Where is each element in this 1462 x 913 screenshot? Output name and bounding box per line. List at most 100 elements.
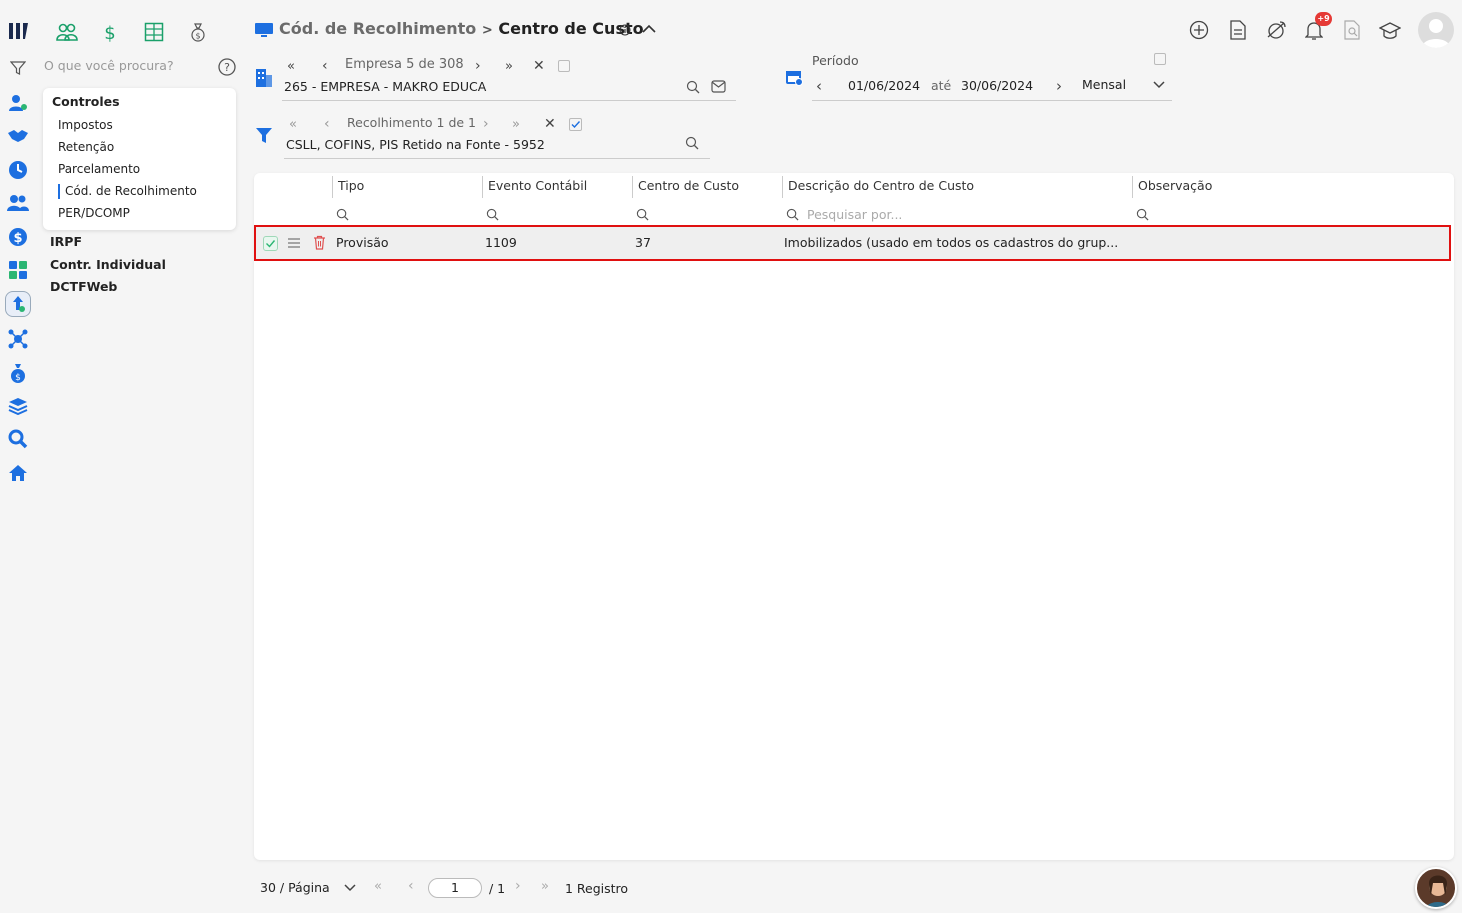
breadcrumb: Cód. de Recolhimento > Centro de Custo [279, 19, 644, 38]
empresa-first-button[interactable]: « [287, 59, 295, 74]
svg-text:$: $ [195, 32, 200, 41]
menu-item-impostos[interactable]: Impostos [58, 118, 113, 132]
menu-item-parcelamento[interactable]: Parcelamento [58, 162, 140, 176]
recolhimento-underline [284, 158, 710, 159]
recolhimento-search-icon[interactable] [685, 136, 699, 150]
empresa-checkbox[interactable] [558, 60, 570, 72]
page-input[interactable]: 1 [428, 878, 482, 898]
periodo-next-button[interactable]: › [1056, 77, 1062, 95]
assistant-avatar[interactable] [1415, 867, 1457, 909]
monitor-icon [255, 22, 273, 38]
drag-handle-icon[interactable] [288, 238, 300, 248]
filter-search-icon-tipo[interactable] [336, 208, 349, 221]
page-first-button[interactable]: « [374, 879, 382, 894]
periodo-mode-select[interactable]: Mensal [1082, 77, 1126, 92]
filter-search-icon-evento[interactable] [486, 208, 499, 221]
page-total: / 1 [489, 881, 506, 896]
cell-descricao: Imobilizados (usado em todos os cadastro… [784, 235, 1119, 250]
app-logo[interactable] [8, 20, 30, 42]
search-icon[interactable] [7, 428, 29, 450]
filter-search-icon-observacao[interactable] [1136, 208, 1149, 221]
menu-item-cod-recolhimento[interactable]: Cód. de Recolhimento [65, 184, 197, 198]
tax-document-icon[interactable] [5, 291, 31, 317]
users-icon[interactable] [7, 192, 29, 214]
recolhimento-last-button[interactable]: » [512, 117, 520, 132]
filter-search-icon-centro[interactable] [636, 208, 649, 221]
empresa-clear-icon[interactable]: ✕ [533, 58, 545, 74]
menu-item-perdcomp[interactable]: PER/DCOMP [58, 206, 130, 220]
page-prev-button[interactable]: ‹ [408, 878, 414, 894]
recolhimento-prev-button[interactable]: ‹ [324, 116, 330, 132]
column-header-tipo[interactable]: Tipo [332, 176, 364, 198]
empresa-nav-total: 308 [438, 57, 464, 72]
clock-icon[interactable] [7, 159, 29, 181]
filter-search-icon-descricao[interactable] [786, 208, 799, 221]
recolhimento-checkbox[interactable] [569, 118, 582, 131]
breadcrumb-parent[interactable]: Cód. de Recolhimento [279, 19, 476, 38]
graduation-cap-icon[interactable] [1379, 21, 1401, 41]
help-icon[interactable]: ? [218, 58, 236, 76]
page-last-button[interactable]: » [541, 879, 549, 894]
svg-text:$: $ [13, 231, 22, 246]
column-header-observacao[interactable]: Observação [1132, 176, 1212, 198]
column-header-evento[interactable]: Evento Contábil [482, 176, 587, 198]
periodo-prev-button[interactable]: ‹ [816, 77, 822, 95]
people-icon[interactable] [56, 22, 78, 42]
dollar-icon[interactable]: $ [7, 226, 29, 248]
dollar-sign-icon[interactable]: $ [102, 22, 118, 42]
column-header-descricao[interactable]: Descrição do Centro de Custo [782, 176, 974, 198]
cell-tipo: Provisão [336, 235, 389, 250]
group-contr-individual[interactable]: Contr. Individual [50, 257, 166, 272]
periodo-checkbox[interactable] [1154, 53, 1166, 65]
group-dctfweb[interactable]: DCTFWeb [50, 279, 117, 294]
per-page-dropdown-icon[interactable] [344, 884, 356, 892]
periodo-start[interactable]: 01/06/2024 [848, 78, 920, 93]
info-icon[interactable] [619, 24, 631, 36]
empresa-mail-icon[interactable] [711, 80, 726, 93]
document-icon[interactable] [1229, 20, 1247, 40]
money-bag-outline-icon[interactable]: $ [190, 22, 206, 42]
empresa-nav-text: Empresa [345, 57, 402, 72]
descricao-filter-input[interactable]: Pesquisar por... [807, 207, 902, 222]
row-checkbox[interactable] [263, 236, 278, 251]
funnel-filter-icon [255, 127, 273, 145]
add-circle-icon[interactable] [1189, 20, 1209, 40]
periodo-label: Período [812, 53, 859, 68]
empresa-last-button[interactable]: » [505, 59, 513, 74]
user-avatar[interactable] [1418, 12, 1454, 48]
calculator-icon[interactable] [7, 259, 29, 281]
empresa-nav-index: 5 [406, 57, 415, 72]
recolhimento-clear-icon[interactable]: ✕ [544, 116, 556, 132]
user-settings-icon[interactable] [7, 92, 29, 114]
network-icon[interactable] [7, 328, 29, 350]
handshake-icon[interactable] [7, 125, 29, 147]
empresa-nav-label: Empresa 5 de 308 [345, 57, 464, 72]
grid-icon[interactable] [144, 22, 164, 42]
recolhimento-first-button[interactable]: « [289, 117, 297, 132]
collapse-chevron-icon[interactable] [642, 24, 656, 34]
recolhimento-next-button[interactable]: › [483, 116, 489, 132]
table-card [254, 173, 1454, 860]
periodo-end[interactable]: 30/06/2024 [961, 78, 1033, 93]
empresa-prev-button[interactable]: ‹ [322, 58, 328, 74]
satellite-icon[interactable] [1266, 19, 1288, 41]
periodo-sep: até [931, 78, 952, 93]
layers-icon[interactable] [7, 395, 29, 417]
periodo-dropdown-icon[interactable] [1153, 81, 1165, 89]
page-next-button[interactable]: › [515, 878, 521, 894]
recolhimento-select[interactable]: CSLL, COFINS, PIS Retido na Fonte - 5952 [286, 137, 545, 152]
group-irpf[interactable]: IRPF [50, 234, 82, 249]
menu-item-retencao[interactable]: Retenção [58, 140, 114, 154]
sidebar-search-input[interactable]: O que você procura? [44, 58, 174, 73]
empresa-search-icon[interactable] [686, 80, 700, 94]
home-icon[interactable] [7, 462, 29, 484]
report-search-icon[interactable] [1343, 20, 1361, 40]
filter-icon[interactable] [10, 60, 26, 76]
empresa-next-button[interactable]: › [475, 58, 481, 74]
empresa-select[interactable]: 265 - EMPRESA - MAKRO EDUCA [284, 79, 486, 94]
money-bag-icon[interactable]: $ [7, 362, 29, 384]
per-page-select[interactable]: 30 / Página [260, 880, 330, 895]
delete-icon[interactable] [313, 235, 326, 250]
column-header-centro[interactable]: Centro de Custo [632, 176, 739, 198]
menu-title: Controles [52, 94, 120, 109]
